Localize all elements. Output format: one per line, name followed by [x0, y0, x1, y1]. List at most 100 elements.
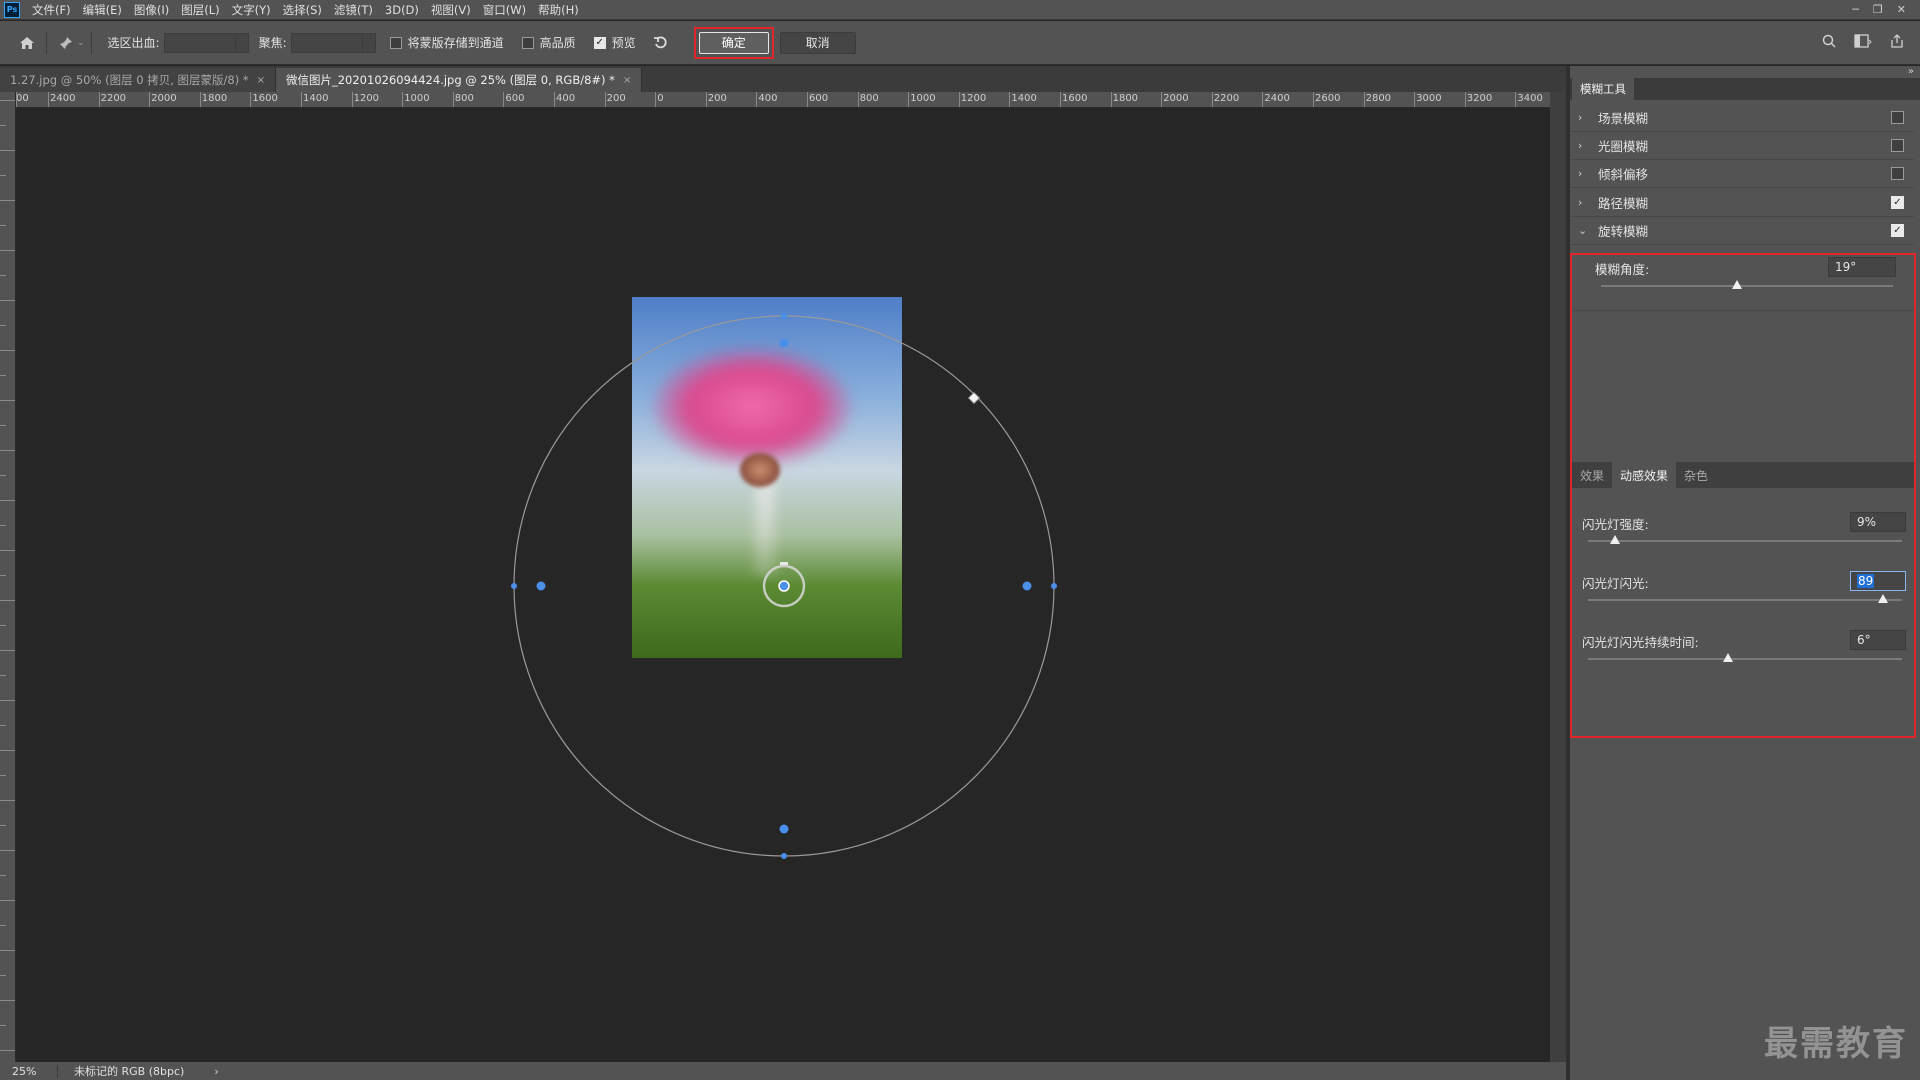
blur-tool-path-blur[interactable]: › 路径模糊 ✓: [1570, 189, 1914, 217]
ruler-tick: [1110, 92, 1112, 107]
ok-button[interactable]: 确定: [698, 31, 769, 54]
menu-window[interactable]: 窗口(W): [477, 0, 532, 20]
chevron-right-icon[interactable]: ›: [214, 1065, 218, 1078]
ruler-tick: [0, 475, 6, 476]
center-pin[interactable]: [778, 580, 790, 592]
pin-icon[interactable]: [53, 30, 79, 56]
ruler-tick-label: 3000: [1416, 93, 1442, 104]
high-quality-checkbox[interactable]: [521, 36, 534, 49]
chevron-down-icon[interactable]: ⌄: [1578, 224, 1594, 237]
ruler-tick: [0, 575, 6, 576]
preview-checkbox[interactable]: ✓: [593, 36, 606, 49]
ruler-tick: [0, 550, 15, 551]
ellipse-handle-bottom[interactable]: [781, 853, 787, 859]
chevron-down-icon[interactable]: ⌄: [77, 38, 85, 48]
ruler-tick: [0, 775, 6, 776]
path-blur-checkbox[interactable]: ✓: [1891, 196, 1904, 209]
workspace-icon[interactable]: [1854, 33, 1872, 52]
ruler-tick-label: 600: [809, 93, 829, 104]
document-info: 未标记的 RGB (8bpc): [74, 1065, 185, 1078]
iris-blur-checkbox[interactable]: [1891, 139, 1904, 152]
angle-ring-knob[interactable]: [780, 562, 788, 565]
menu-help[interactable]: 帮助(H): [532, 0, 585, 20]
feather-handle-bottom[interactable]: [779, 824, 789, 834]
ruler-tick: [604, 92, 606, 107]
output-bleed-dropdown[interactable]: [234, 32, 249, 53]
blur-tool-iris-blur[interactable]: › 光圈模糊: [1570, 132, 1914, 160]
output-bleed-label: 选区出血:: [107, 36, 160, 50]
options-right-icons: [1822, 33, 1920, 52]
ellipse-handle-top[interactable]: [781, 313, 787, 319]
blur-tool-label: 旋转模糊: [1598, 224, 1649, 239]
ruler-tick: [0, 650, 15, 651]
focus-field[interactable]: [290, 32, 363, 53]
output-bleed-field[interactable]: [163, 32, 236, 53]
tab-document-1[interactable]: 1.27.jpg @ 50% (图层 0 拷贝, 图层蒙版/8) * ×: [0, 68, 276, 92]
ruler-tick: [0, 950, 15, 951]
home-icon[interactable]: [14, 30, 40, 56]
menu-edit[interactable]: 编辑(E): [77, 0, 128, 20]
ruler-tick: [0, 300, 15, 301]
ruler-tick: [1313, 92, 1314, 107]
save-mask-checkbox[interactable]: [389, 36, 402, 49]
spin-blur-checkbox[interactable]: ✓: [1891, 224, 1904, 237]
ruler-tick: [958, 92, 960, 107]
ruler-tick-label: 1800: [201, 93, 228, 104]
share-icon[interactable]: [1890, 33, 1904, 52]
ruler-tick: [0, 125, 6, 126]
menu-type[interactable]: 文字(Y): [226, 0, 277, 20]
focus-label: 聚焦:: [258, 36, 287, 50]
watermark: 最需教育: [1764, 1024, 1908, 1064]
close-icon[interactable]: ×: [257, 75, 265, 86]
menu-layer[interactable]: 图层(L): [175, 0, 225, 20]
blur-tool-spin-blur[interactable]: ⌄ 旋转模糊 ✓: [1570, 217, 1914, 245]
search-icon[interactable]: [1822, 34, 1836, 52]
minimize-icon[interactable]: ─: [1852, 3, 1859, 16]
close-icon[interactable]: ✕: [1897, 3, 1906, 16]
menu-view[interactable]: 视图(V): [425, 0, 477, 20]
menu-filter[interactable]: 滤镜(T): [328, 0, 379, 20]
chevron-right-icon[interactable]: ›: [1578, 167, 1594, 180]
rotation-handle[interactable]: [967, 391, 981, 405]
menu-image[interactable]: 图像(I): [128, 0, 175, 20]
vertical-scrollbar[interactable]: [1550, 92, 1566, 1062]
blur-tool-label: 倾斜偏移: [1598, 167, 1649, 182]
ruler-tick: [1009, 92, 1011, 107]
menu-3d[interactable]: 3D(D): [379, 0, 425, 20]
focus-dropdown[interactable]: [361, 32, 376, 53]
blur-tool-field-blur[interactable]: › 场景模糊: [1570, 104, 1914, 132]
collapse-panel-icon[interactable]: »: [1908, 66, 1914, 77]
ruler-tick: [0, 975, 6, 976]
ruler-tick: [0, 200, 15, 201]
ellipse-handle-right[interactable]: [1051, 583, 1057, 589]
spin-blur-overlay: [511, 313, 1057, 859]
blur-tool-tilt-shift[interactable]: › 倾斜偏移: [1570, 160, 1914, 188]
field-blur-checkbox[interactable]: [1891, 111, 1904, 124]
ruler-tick: [1161, 92, 1163, 107]
undo-icon[interactable]: [648, 30, 674, 56]
document-tabs: 1.27.jpg @ 50% (图层 0 拷贝, 图层蒙版/8) * × 微信图…: [0, 66, 1566, 92]
ruler-tick: [199, 92, 201, 107]
ruler-tick: [98, 92, 100, 107]
ruler-tick: [0, 325, 6, 326]
cancel-button[interactable]: 取消: [779, 31, 856, 54]
ruler-tick-label: 0: [657, 93, 664, 104]
feather-handle-right[interactable]: [1022, 581, 1032, 591]
ruler-tick: [452, 92, 454, 107]
ruler-tick-label: 800: [454, 93, 474, 104]
ruler-tick: [0, 700, 15, 701]
menu-file[interactable]: 文件(F): [26, 0, 77, 20]
feather-handle-top[interactable]: [779, 338, 789, 348]
zoom-level[interactable]: 25%: [0, 1064, 58, 1078]
tab-blur-tools[interactable]: 模糊工具: [1572, 78, 1634, 100]
close-icon[interactable]: ×: [623, 75, 631, 86]
tilt-shift-checkbox[interactable]: [1891, 167, 1904, 180]
chevron-right-icon[interactable]: ›: [1578, 139, 1594, 152]
menu-select[interactable]: 选择(S): [277, 0, 328, 20]
restore-icon[interactable]: ❐: [1873, 3, 1883, 16]
tab-document-2[interactable]: 微信图片_20201026094424.jpg @ 25% (图层 0, RGB…: [275, 68, 643, 92]
ellipse-handle-left[interactable]: [511, 583, 517, 589]
chevron-right-icon[interactable]: ›: [1578, 196, 1594, 209]
feather-handle-left[interactable]: [536, 581, 546, 591]
chevron-right-icon[interactable]: ›: [1578, 111, 1594, 124]
